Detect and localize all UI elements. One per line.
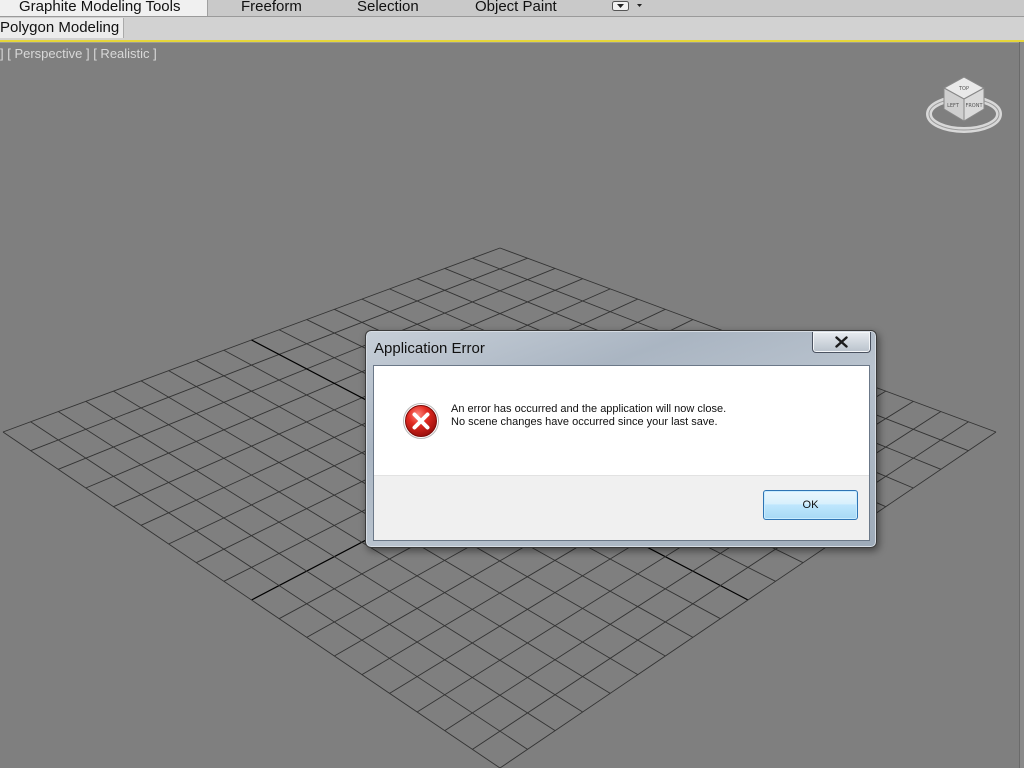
message-line-2: No scene changes have occurred since you… (451, 416, 718, 428)
app-window: Graphite Modeling Tools Freeform Selecti… (0, 0, 1024, 768)
dialog-content: An error has occurred and the applicatio… (373, 365, 870, 541)
ok-button[interactable]: OK (763, 490, 858, 520)
dialog-footer: OK (374, 475, 869, 540)
viewcube-icon[interactable]: TOP LEFT FRONT (924, 72, 1004, 140)
dialog-title: Application Error (374, 340, 485, 357)
message-line-1: An error has occurred and the applicatio… (451, 403, 727, 415)
dialog-message: An error has occurred and the applicatio… (451, 403, 726, 429)
close-button[interactable] (812, 332, 871, 353)
viewcube-face-top: TOP (958, 86, 969, 92)
close-icon (835, 336, 848, 348)
viewcube-face-left: LEFT (947, 103, 960, 109)
application-error-dialog: Application Error An error has occurred … (365, 330, 877, 548)
error-icon (402, 402, 440, 440)
viewcube-face-front: FRONT (965, 103, 983, 109)
